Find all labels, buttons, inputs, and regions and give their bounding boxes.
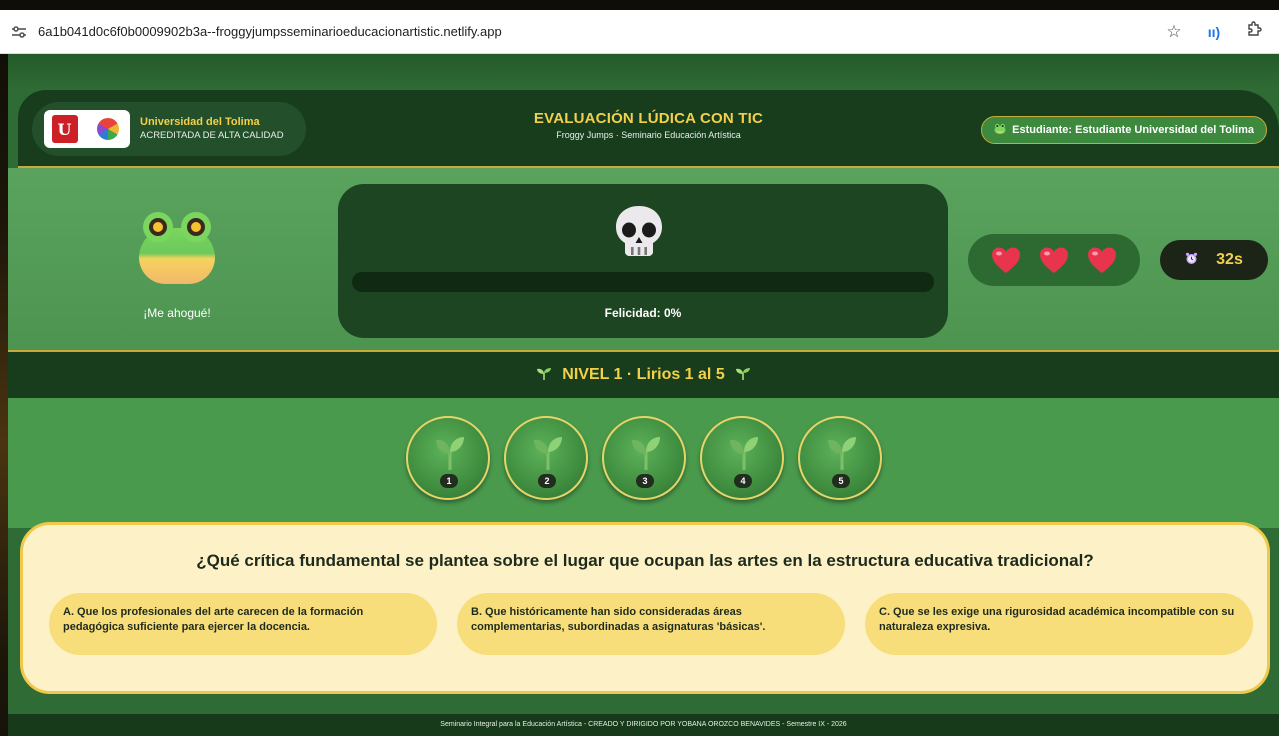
frog-icon bbox=[137, 212, 217, 288]
frog-mini-icon bbox=[994, 123, 1006, 137]
lily-number: 1 bbox=[440, 474, 458, 488]
answer-option-a[interactable]: A. Que los profesionales del arte carece… bbox=[49, 593, 437, 655]
seedling-icon bbox=[730, 437, 758, 470]
level-bar: NIVEL 1 · Lirios 1 al 5 bbox=[8, 352, 1279, 398]
alarm-clock-icon bbox=[1185, 252, 1198, 268]
header: U Universidad del Tolima ACREDITADA DE A… bbox=[18, 90, 1279, 168]
seedling-icon bbox=[632, 437, 660, 470]
lily-number: 2 bbox=[538, 474, 556, 488]
skull-icon bbox=[616, 206, 662, 256]
level-title: NIVEL 1 · Lirios 1 al 5 bbox=[562, 366, 725, 383]
lily-pad[interactable]: 2 bbox=[504, 416, 588, 500]
browser-address-bar: 6a1b041d0c6f0b0009902b3a--froggyjumpssem… bbox=[0, 10, 1279, 54]
frog-status-message: ¡Me ahogué! bbox=[143, 306, 211, 320]
answer-option-c[interactable]: C. Que se les exige una rigurosidad acad… bbox=[865, 593, 1253, 655]
frog-character: ¡Me ahogué! bbox=[122, 212, 232, 320]
student-badge: Estudiante: Estudiante Universidad del T… bbox=[981, 116, 1267, 144]
seedling-icon bbox=[828, 437, 856, 470]
lily-number: 3 bbox=[636, 474, 654, 488]
seedling-icon bbox=[436, 437, 464, 470]
lily-pad[interactable]: 5 bbox=[798, 416, 882, 500]
lives-indicator bbox=[968, 234, 1140, 286]
sprout-icon bbox=[536, 366, 552, 384]
lily-pad[interactable]: 1 bbox=[406, 416, 490, 500]
seedling-icon bbox=[534, 437, 562, 470]
lily-pad-list: 1 2 3 4 5 bbox=[406, 416, 882, 500]
tune-icon[interactable] bbox=[6, 19, 32, 45]
url-text[interactable]: 6a1b041d0c6f0b0009902b3a--froggyjumpssem… bbox=[38, 24, 502, 39]
sprout-icon bbox=[735, 366, 751, 384]
answer-option-b[interactable]: B. Que históricamente han sido considera… bbox=[457, 593, 845, 655]
star-icon[interactable]: ☆ bbox=[1163, 22, 1185, 42]
heart-icon bbox=[1088, 247, 1116, 273]
student-label: Estudiante: Estudiante Universidad del T… bbox=[1012, 124, 1254, 136]
happiness-label: Felicidad: 0% bbox=[604, 306, 682, 320]
lily-pad[interactable]: 3 bbox=[602, 416, 686, 500]
lily-number: 5 bbox=[832, 474, 850, 488]
game-app: U Universidad del Tolima ACREDITADA DE A… bbox=[8, 54, 1279, 736]
app-top-strip bbox=[8, 54, 1279, 90]
question-text: ¿Qué crítica fundamental se plantea sobr… bbox=[196, 551, 1094, 570]
status-panel: ¡Me ahogué! Felicidad: 0% 32s bbox=[8, 168, 1279, 352]
question-card: ¿Qué crítica fundamental se plantea sobr… bbox=[20, 522, 1270, 694]
extensions-icon[interactable] bbox=[1243, 21, 1265, 42]
timer-value: 32s bbox=[1216, 251, 1243, 268]
happiness-panel: Felicidad: 0% bbox=[338, 184, 948, 338]
lily-pad[interactable]: 4 bbox=[700, 416, 784, 500]
timer-badge: 32s bbox=[1160, 240, 1268, 280]
lily-number: 4 bbox=[734, 474, 752, 488]
happiness-progress-track bbox=[352, 272, 934, 292]
heart-icon bbox=[1040, 247, 1068, 273]
heart-icon bbox=[992, 247, 1020, 273]
read-aloud-icon[interactable]: ıı) bbox=[1203, 24, 1225, 40]
lily-pond: 1 2 3 4 5 bbox=[8, 398, 1279, 528]
footer: Seminario Integral para la Educación Art… bbox=[8, 714, 1279, 736]
